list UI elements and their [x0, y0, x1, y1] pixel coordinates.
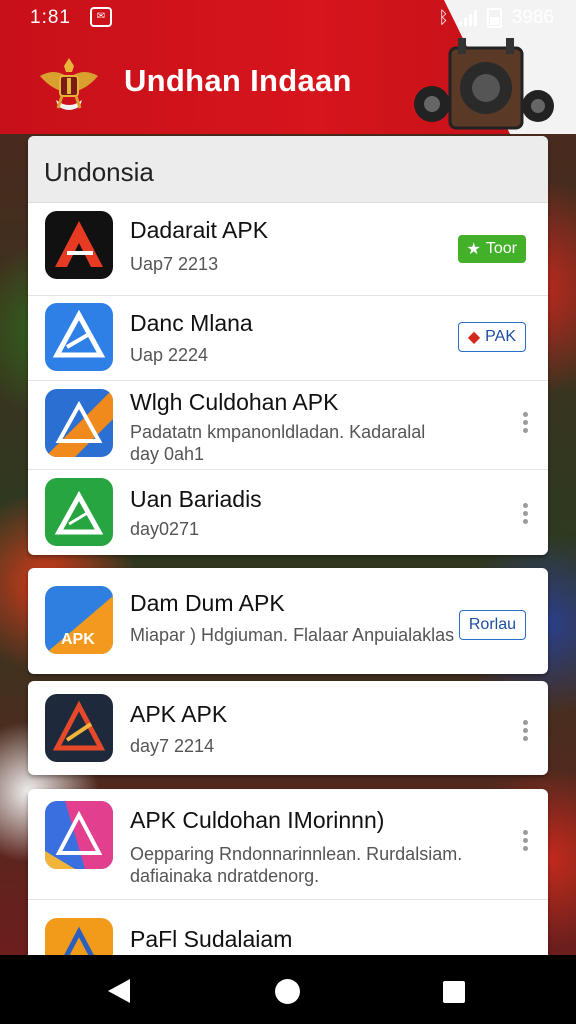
app-icon-dadarait	[45, 211, 113, 279]
app-icon-dam: APK	[45, 586, 113, 654]
list-item[interactable]: Danc Mlana Uap 2224 ◆ PAK	[28, 296, 548, 381]
svg-text:APK: APK	[61, 631, 95, 648]
more-options-icon[interactable]	[522, 827, 528, 854]
more-options-icon[interactable]	[522, 409, 528, 436]
app-subtitle: day0271	[130, 519, 200, 539]
app-name: Wlgh Culdohan APK	[130, 389, 339, 415]
list-item[interactable]: Dadarait APK Uap7 2213 ★ Toor	[28, 203, 548, 296]
list-item[interactable]: APK Culdohan IMorinnn) Oepparing Rndonna…	[28, 789, 548, 900]
app-name: APK APK	[130, 701, 228, 727]
battery-level: 3986	[511, 7, 554, 28]
app-icon-wlgh	[45, 389, 113, 457]
diamond-icon: ◆	[467, 329, 481, 346]
bluetooth-icon: ᛒ	[438, 8, 449, 27]
app-subtitle: day7 2214	[130, 736, 215, 756]
app-subtitle-2: dafiainaka ndratdenorg.	[130, 866, 320, 886]
section-card-2: APK Dam Dum APK Miapar ) Hdgiuman. Flala…	[28, 568, 548, 674]
app-name: Dam Dum APK	[130, 590, 285, 616]
pak-badge[interactable]: ◆ PAK	[457, 322, 526, 352]
badge-label: PAK	[485, 328, 516, 345]
app-subtitle: Padatatn kmpanonldladan. Kadaralal	[130, 422, 426, 442]
star-icon: ★	[466, 241, 481, 258]
signal-icon	[458, 10, 477, 26]
app-name: Uan Bariadis	[130, 486, 262, 512]
app-icon-culdohan	[45, 801, 113, 869]
list-item[interactable]: APK Dam Dum APK Miapar ) Hdgiuman. Flala…	[28, 568, 548, 674]
rating-badge[interactable]: ★ Toor	[457, 235, 526, 263]
status-time: 1:81	[30, 7, 71, 28]
section-title: Undonsia	[28, 136, 548, 203]
badge-label: Toor	[485, 240, 517, 257]
garuda-emblem-icon	[40, 58, 98, 110]
list-item[interactable]: APK APK day7 2214	[28, 681, 548, 775]
app-subtitle: Uap 2224	[130, 345, 209, 365]
app-icon-danc	[45, 303, 113, 371]
section-card-4: APK Culdohan IMorinnn) Oepparing Rndonna…	[28, 789, 548, 969]
speaker-illustration-icon	[414, 38, 554, 130]
notification-icon: ✉	[90, 7, 112, 27]
app-name: APK Culdohan IMorinnn)	[130, 807, 385, 833]
header-title: Undhan Indaan	[124, 63, 352, 98]
status-bar: 1:81 ✉ ᛒ 3986	[0, 0, 576, 36]
app-subtitle: Oepparing Rndonnarinnlean. Rurdalsiam.	[130, 844, 463, 864]
app-icon-apk	[45, 694, 113, 762]
back-icon[interactable]	[108, 979, 130, 1003]
app-name: Dadarait APK	[130, 217, 269, 243]
app-name: PaFl Sudalaiam	[130, 926, 293, 952]
home-icon[interactable]	[275, 979, 300, 1004]
app-subtitle: Miapar ) Hdgiuman. Flalaar Anpuialaklas	[130, 625, 455, 645]
section-card-1: Undonsia Dadarait APK Uap7 2213 ★ Toor D…	[28, 136, 548, 555]
more-options-icon[interactable]	[522, 717, 528, 744]
section-card-3: APK APK day7 2214	[28, 681, 548, 775]
system-nav-bar	[0, 955, 576, 1024]
battery-icon	[486, 8, 502, 28]
list-item[interactable]: Uan Bariadis day0271	[28, 470, 548, 555]
app-subtitle-2: day 0ah1	[130, 444, 205, 464]
app-name: Danc Mlana	[130, 310, 253, 336]
badge-label: Rorlau	[468, 616, 516, 633]
list-item[interactable]: Wlgh Culdohan APK Padatatn kmpanonldlada…	[28, 381, 548, 470]
app-subtitle: Uap7 2213	[130, 254, 219, 274]
rorlau-badge[interactable]: Rorlau	[458, 610, 526, 640]
app-icon-uan	[45, 478, 113, 546]
more-options-icon[interactable]	[522, 500, 528, 527]
recent-apps-icon[interactable]	[443, 981, 465, 1003]
